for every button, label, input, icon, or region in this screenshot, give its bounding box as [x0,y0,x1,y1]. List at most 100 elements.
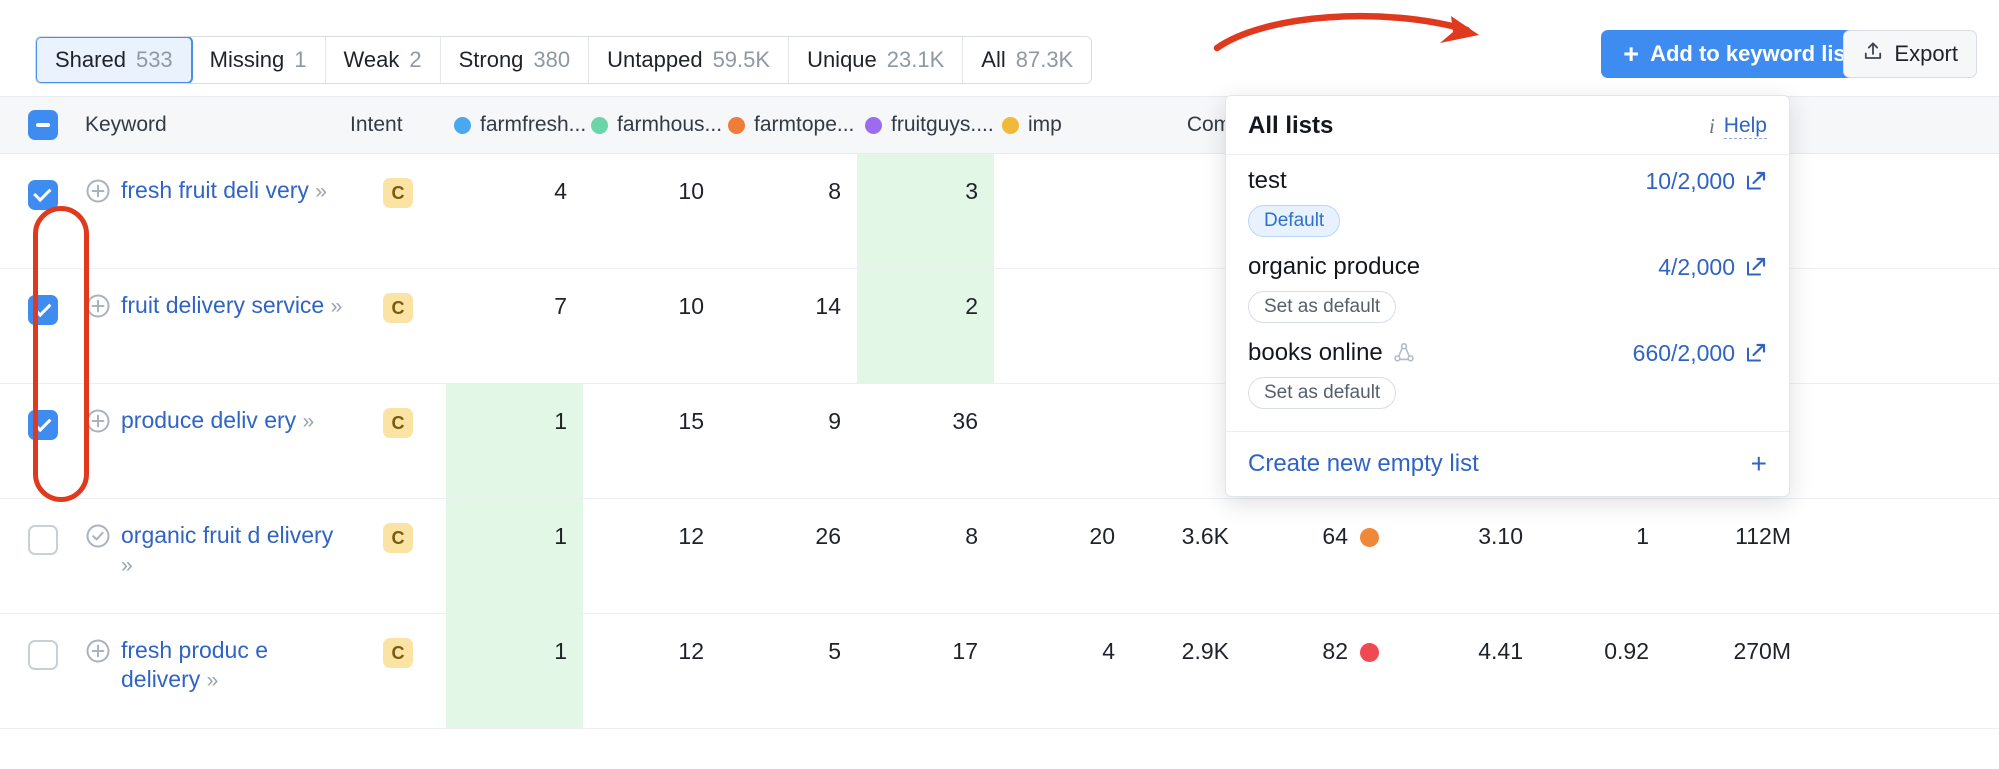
table-row: organic fruit d elivery » C 1 12 26 8 20 3.6K 64… [0,499,1999,614]
row-checkbox-cell[interactable] [0,269,85,383]
check-circle-icon[interactable] [85,523,111,549]
competitor-rank-value: 20 [1089,523,1115,549]
competitor-rank-value: 10 [678,293,704,319]
difficulty-color-dot-icon [1360,528,1379,547]
search-volume-cell: 3.6K [1131,499,1243,613]
add-circle-icon[interactable] [85,408,111,434]
plus-icon: + [1750,448,1767,479]
header-competitor-3[interactable]: fruitguys.... [857,113,994,137]
add-circle-icon[interactable] [85,178,111,204]
row-checkbox[interactable] [27,410,58,440]
filter-tab-count: 2 [409,47,422,72]
keyword-link[interactable]: organic fruit d elivery » [121,521,350,580]
intent-badge[interactable]: C [383,408,413,438]
external-link-icon[interactable] [1745,170,1767,192]
competitor-rank-value: 1 [554,408,567,434]
header-competitor-label: imp [1028,113,1062,136]
filter-tab-all[interactable]: All 87.3K [963,37,1092,83]
keyword-cell: fresh fruit deli very » [85,154,350,268]
header-competitor-label: farmfresh... [480,113,587,136]
add-circle-icon[interactable] [85,638,111,664]
header-keyword[interactable]: Keyword [85,113,350,137]
row-checkbox[interactable] [27,295,58,325]
external-link-icon[interactable] [1745,342,1767,364]
select-all-checkbox-cell[interactable] [0,110,85,140]
filter-tab-weak[interactable]: Weak 2 [325,37,441,83]
competition-cell: 1 [1543,499,1663,613]
expand-chevron-icon[interactable]: » [315,180,327,203]
competitor-rank-value: 3 [965,178,978,204]
list-item[interactable]: organic produce 4/2,000 Set as default [1248,253,1767,323]
keyword-link[interactable]: produce deliv ery » [121,406,315,436]
list-count-link[interactable]: 660/2,000 [1633,340,1767,367]
list-badge-default[interactable]: Default [1248,205,1341,237]
header-competitor-2[interactable]: farmtope... [720,113,857,137]
competitor-rank-cell: 26 [720,499,857,613]
keyword-link[interactable]: fresh produc e delivery » [121,636,350,695]
competitor-rank-cell [994,269,1131,383]
intent-badge[interactable]: C [383,293,413,323]
competitor-rank-cell: 4 [446,154,583,268]
create-new-empty-list-button[interactable]: Create new empty list + [1226,432,1789,496]
keyword-cell: organic fruit d elivery » [85,499,350,613]
add-to-keyword-list-button[interactable]: + Add to keyword list [1601,30,1875,78]
competitor-rank-value: 14 [815,293,841,319]
competitor-color-dot-icon [454,116,471,134]
list-count-value: 10/2,000 [1645,167,1735,194]
dropdown-title: All lists [1248,112,1334,139]
row-checkbox-cell[interactable] [0,499,85,613]
list-badge-setdefault[interactable]: Set as default [1248,291,1397,323]
keyword-link[interactable]: fresh fruit deli very » [121,176,327,206]
filter-tab-unique[interactable]: Unique 23.1K [789,37,964,83]
filter-tab-group[interactable]: Shared 533 Missing 1 Weak 2 Strong 380 Untapped 5… [35,36,1093,84]
keyword-link[interactable]: fruit delivery service » [121,291,343,321]
list-badge-setdefault[interactable]: Set as default [1248,377,1397,409]
list-name[interactable]: test [1248,167,1287,195]
competitor-rank-cell: 2 [857,269,994,383]
row-checkbox[interactable] [27,640,58,670]
info-icon: i [1708,113,1715,138]
row-checkbox-cell[interactable] [0,614,85,728]
expand-chevron-icon[interactable]: » [303,410,315,433]
list-count-link[interactable]: 10/2,000 [1645,168,1767,195]
filter-tab-untapped[interactable]: Untapped 59.5K [589,37,790,83]
row-checkbox-cell[interactable] [0,154,85,268]
intent-badge[interactable]: C [383,178,413,208]
expand-chevron-icon[interactable]: » [331,295,343,318]
row-checkbox-cell[interactable] [0,384,85,498]
competitor-rank-value: 2 [965,293,978,319]
list-name[interactable]: organic produce [1248,253,1420,281]
export-button[interactable]: Export [1843,30,1977,78]
filter-tab-count: 533 [135,47,173,72]
filter-tab-label: Untapped [607,47,703,72]
add-circle-icon[interactable] [85,293,111,319]
help-group[interactable]: i Help [1709,114,1767,139]
intent-badge[interactable]: C [383,523,413,553]
external-link-icon[interactable] [1745,256,1767,278]
expand-chevron-icon[interactable]: » [207,669,219,692]
list-count-link[interactable]: 4/2,000 [1658,254,1767,281]
keyword-cell: produce deliv ery » [85,384,350,498]
select-all-checkbox[interactable] [27,110,58,140]
expand-chevron-icon[interactable]: » [121,554,133,577]
list-item[interactable]: books online 660/2,000 Set as default [1248,339,1767,409]
list-name[interactable]: books online [1248,339,1416,367]
filter-tab-shared[interactable]: Shared 533 [36,37,193,83]
competitor-rank-cell: 20 [994,499,1131,613]
list-item[interactable]: test 10/2,000 Default [1248,167,1767,237]
intent-badge[interactable]: C [383,638,413,668]
competitor-rank-value: 36 [952,408,978,434]
toolbar: Shared 533 Missing 1 Weak 2 Strong 380 Untapped 5… [0,0,1999,96]
header-competitor-0[interactable]: farmfresh... [446,113,587,137]
header-competitor-1[interactable]: farmhous... [583,113,722,137]
header-intent[interactable]: Intent [350,113,446,137]
help-link[interactable]: Help [1723,114,1767,139]
row-checkbox[interactable] [27,525,58,555]
competitor-rank-cell: 8 [857,499,994,613]
all-lists-dropdown[interactable]: All lists i Help test 10/2,000 Default orga… [1225,95,1790,497]
filter-tab-missing[interactable]: Missing 1 [191,37,326,83]
header-competitor-4[interactable]: imp [994,113,1131,137]
row-checkbox[interactable] [27,180,58,210]
filter-tab-strong[interactable]: Strong 380 [440,37,590,83]
competitor-color-dot-icon [1002,116,1019,134]
